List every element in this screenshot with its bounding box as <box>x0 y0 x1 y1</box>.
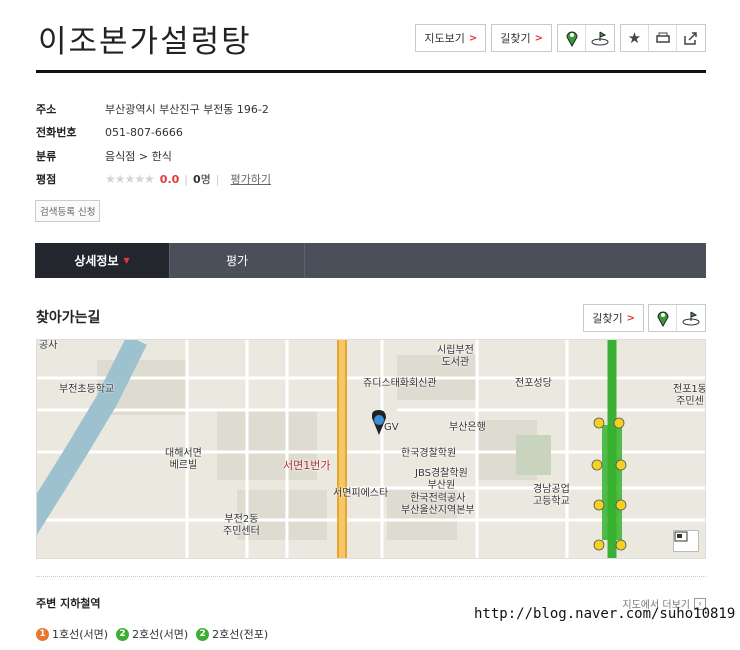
subway-station-list: 1 1호선(서면) 2 2호선(서면) 2 2호선(전포) <box>36 626 272 642</box>
map-label: 쥬디스태화회신관 <box>363 378 437 389</box>
rate-link[interactable]: 평가하기 <box>231 171 271 187</box>
header-toolbar: 지도보기 > 길찾기 > ★ <box>415 24 706 52</box>
detail-tabs: 상세정보 ▼ 평가 <box>35 243 706 278</box>
directions-button[interactable]: 길찾기 > <box>491 24 552 52</box>
route-icon-group <box>557 24 615 52</box>
caret-down-icon: ▼ <box>123 256 130 265</box>
nearby-subway-title: 주변 지하철역 <box>36 597 101 610</box>
map-label: 공사 <box>39 340 58 351</box>
map-label: 시립부전 도서관 <box>437 345 474 368</box>
section-toolbar: 길찾기 > <box>583 304 706 332</box>
place-info: 주소 부산광역시 부산진구 부전동 196-2 전화번호 051-807-666… <box>36 97 271 191</box>
chevron-right-icon: > <box>626 312 635 324</box>
map-label: 부산은행 <box>449 422 486 433</box>
map-label: 한국전력공사 부산울산지역본부 <box>401 493 475 516</box>
rating-count: 0명 <box>193 173 211 187</box>
map-label: 부전초등학교 <box>59 384 115 395</box>
category-label: 분류 <box>36 149 57 163</box>
map-view-label: 지도보기 <box>424 32 465 45</box>
section-directions-button[interactable]: 길찾기 > <box>583 304 644 332</box>
map-label: 부전2동 주민센터 <box>223 514 260 537</box>
rating-stars-icon: ★★★★★ <box>105 172 155 187</box>
map-label: 전포성당 <box>515 378 552 389</box>
print-icon[interactable] <box>649 25 677 51</box>
arrival-flag-icon[interactable] <box>586 25 614 51</box>
section-route-icon-group <box>648 304 706 332</box>
rating-row: 평점 ★★★★★ 0.0 | 0명 | 평가하기 <box>36 171 271 187</box>
location-map[interactable]: 공사 부전초등학교 시립부전 도서관 쥬디스태화회신관 전포성당 부산은행 GV… <box>36 339 706 559</box>
register-request-button[interactable]: 검색등록 신청 <box>35 200 101 222</box>
rating-score: 0.0 <box>159 172 180 186</box>
map-expand-icon[interactable] <box>673 530 699 552</box>
map-label: GV <box>384 422 399 433</box>
subway-station[interactable]: 2 2호선(서면) <box>116 626 188 642</box>
address-label: 주소 <box>36 102 57 116</box>
tab-reviews[interactable]: 평가 <box>170 243 305 278</box>
subway-station[interactable]: 1 1호선(서면) <box>36 626 108 642</box>
chevron-right-icon: > <box>534 32 543 44</box>
map-graphic <box>37 340 705 558</box>
map-label: 서면피에스타 <box>333 488 389 499</box>
place-title: 이조본가설렁탕 <box>38 24 252 60</box>
tab-detail-info[interactable]: 상세정보 ▼ <box>35 243 170 278</box>
map-label: JBS경찰학원 부산원 <box>415 468 468 491</box>
blog-watermark: http://blog.naver.com/suho10819 <box>474 606 736 622</box>
category-value: 음식점 > 한식 <box>105 149 172 163</box>
subway-station[interactable]: 2 2호선(전포) <box>196 626 268 642</box>
phone-row: 전화번호 051-807-6666 <box>36 121 271 145</box>
map-label: 경남공업 고등학교 <box>533 484 570 507</box>
star-icon[interactable]: ★ <box>621 25 649 51</box>
line-1-badge-icon: 1 <box>36 627 49 641</box>
map-label: 한국경찰학원 <box>401 448 457 459</box>
map-label: 전포1동 주민센 <box>673 384 706 407</box>
address-value: 부산광역시 부산진구 부전동 196-2 <box>105 102 269 116</box>
rating-label: 평점 <box>36 173 57 187</box>
map-view-button[interactable]: 지도보기 > <box>415 24 487 52</box>
directions-section-title: 찾아가는길 <box>36 310 101 326</box>
start-pin-icon[interactable] <box>649 305 677 331</box>
map-label: 서면1번가 <box>283 459 331 472</box>
arrival-flag-icon[interactable] <box>677 305 705 331</box>
share-icon[interactable] <box>677 25 705 51</box>
directions-label: 길찾기 <box>500 32 531 45</box>
section-divider <box>36 576 706 577</box>
chevron-right-icon: > <box>468 32 478 44</box>
phone-value: 051-807-6666 <box>105 125 183 139</box>
category-row: 분류 음식점 > 한식 <box>36 144 271 168</box>
map-label: 대해서면 베르빌 <box>165 448 202 471</box>
address-row: 주소 부산광역시 부산진구 부전동 196-2 <box>36 97 271 121</box>
line-2-badge-icon: 2 <box>116 627 130 641</box>
line-2-badge-icon: 2 <box>196 627 210 641</box>
phone-label: 전화번호 <box>36 126 77 140</box>
title-divider <box>36 70 706 73</box>
start-pin-icon[interactable] <box>558 25 586 51</box>
utility-icon-group: ★ <box>620 24 706 52</box>
